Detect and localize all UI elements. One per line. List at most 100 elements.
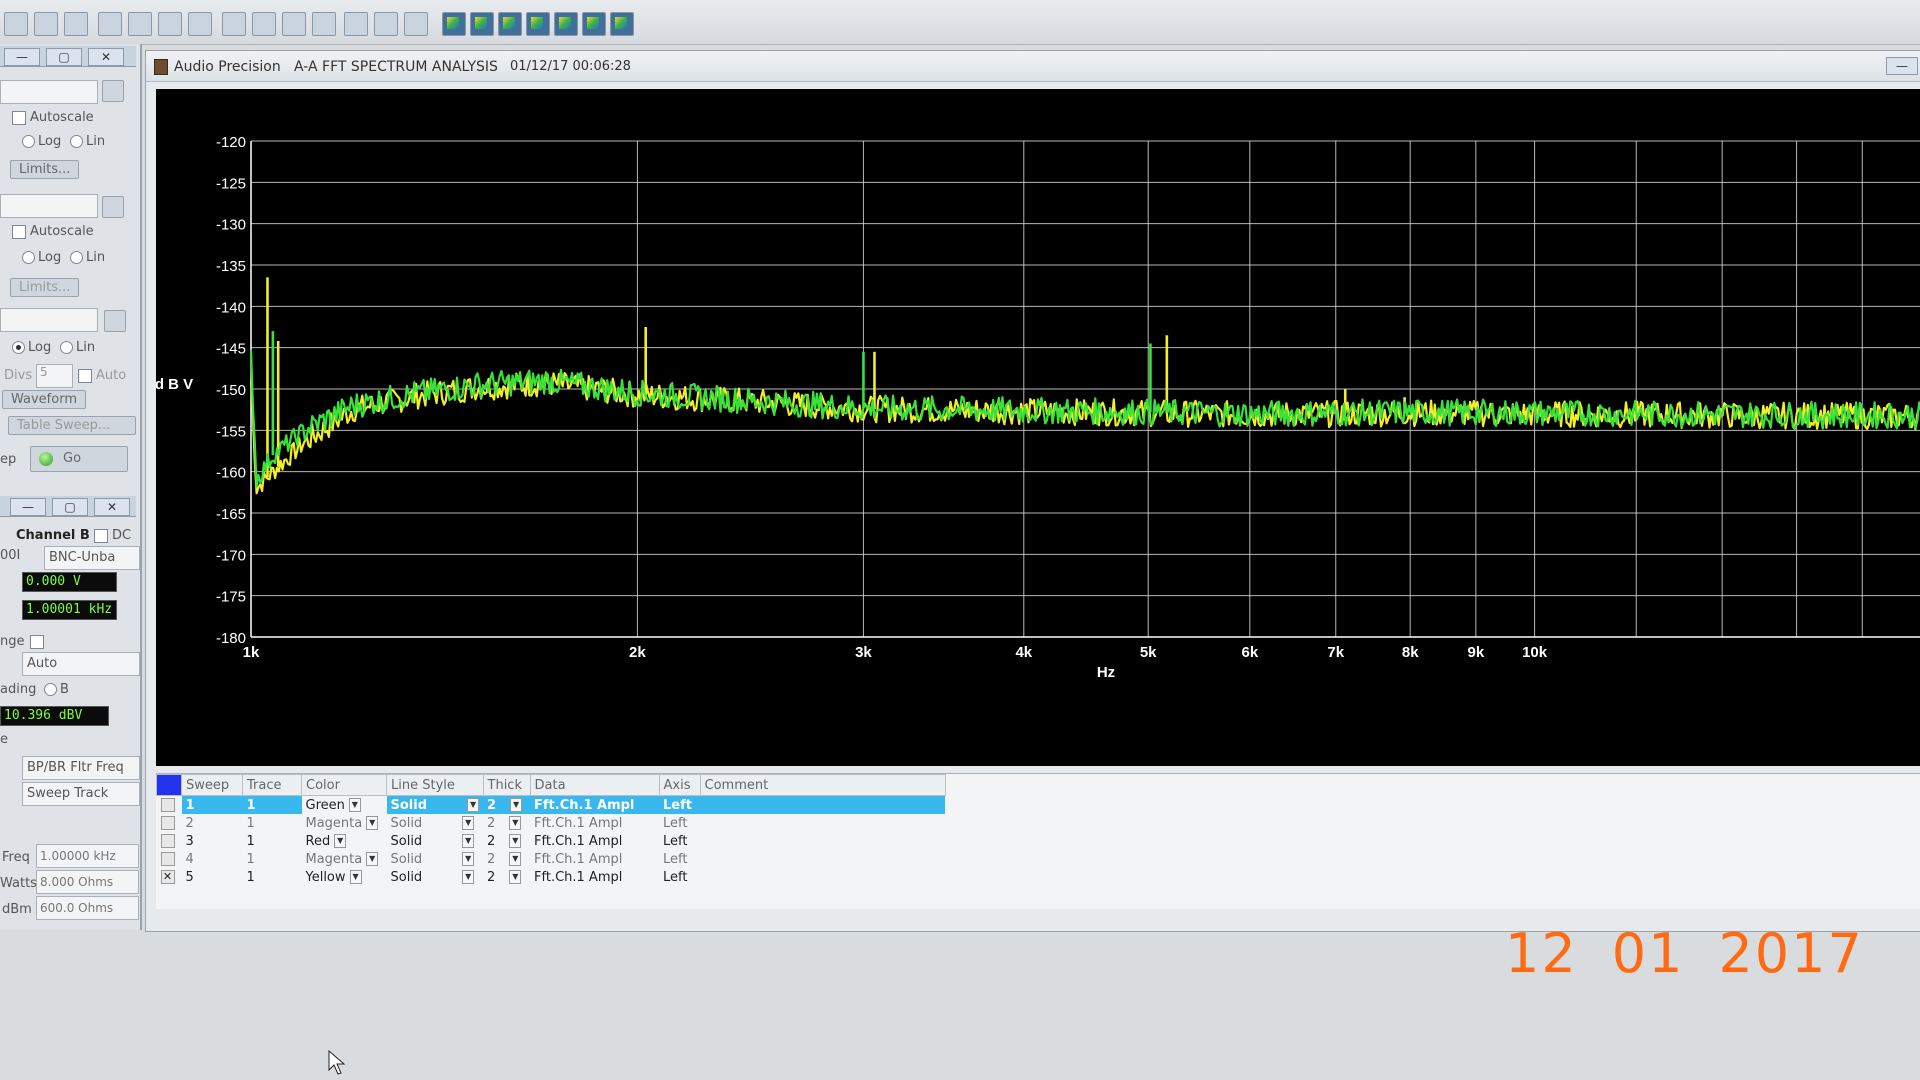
waveform-icon[interactable] [470,12,494,36]
thick-cell[interactable]: 2 ▼ [483,795,531,814]
grid-icon[interactable] [282,12,306,36]
sweep-track-select[interactable]: Sweep Track [22,782,140,806]
lin-radio-top[interactable]: Lin [70,134,105,149]
analyzer-panel-icon[interactable] [582,12,606,36]
axis-field-top[interactable] [0,80,98,104]
fft-plot[interactable]: -120 -125 -130 -135 -140 -145 -150 -155 -160 -165… [156,89,1920,766]
table-sweep-button[interactable]: Table Sweep... [8,416,136,435]
chevron-down-icon[interactable]: ▼ [462,852,475,866]
close-button[interactable]: ✕ [88,48,124,66]
color-cell[interactable]: Magenta ▼ [302,850,387,868]
auto-divs-checkbox[interactable]: Auto [78,368,126,383]
thick-cell[interactable]: 2 ▼ [483,850,530,868]
axis-cell[interactable]: Left [659,850,700,868]
thick-cell[interactable]: 2 ▼ [483,814,530,832]
graph-titlebar[interactable]: Audio Precision A-A FFT SPECTRUM ANALYSI… [146,51,1920,82]
analyzer-icon[interactable] [64,12,88,36]
bp-filter-select[interactable]: BP/BR Fltr Freq [22,756,140,780]
graph-minimize-button[interactable]: — [1886,57,1918,75]
graph-icon[interactable] [344,12,368,36]
axis-cell[interactable]: Left [659,814,700,832]
trace-enable-checkbox[interactable] [160,834,175,848]
chevron-down-icon[interactable]: ▼ [510,798,523,812]
axis-field-bottom[interactable] [0,308,98,332]
monitor-icon[interactable] [98,12,122,36]
filter-icon[interactable] [128,12,152,36]
pause-icon[interactable] [188,12,212,36]
chevron-down-icon[interactable]: ▼ [509,816,522,830]
comment-cell[interactable] [700,832,945,850]
auto-select[interactable]: Auto [22,652,140,676]
connector-select[interactable]: BNC-Unba [44,546,140,570]
close-button-2[interactable]: ✕ [94,498,130,516]
chevron-down-icon[interactable]: ▼ [509,834,522,848]
divs-field[interactable]: 5 [36,364,73,388]
limits-button-middle[interactable]: Limits... [10,278,80,297]
line-style-cell[interactable]: Solid ▼ [387,832,484,850]
data-cell[interactable]: Fft.Ch.1 Ampl [530,814,659,832]
chevron-down-icon[interactable]: ▼ [462,870,475,884]
import-icon[interactable] [222,12,246,36]
autoscale-top-label[interactable]: Autoscale [12,110,94,125]
data-cell[interactable]: Fft.Ch.1 Ampl [530,795,660,814]
spectrum-icon[interactable] [498,12,522,36]
chevron-down-icon[interactable]: ▼ [348,798,361,812]
chevron-down-icon[interactable]: ▼ [509,870,522,884]
go-button[interactable]: Go [30,446,128,472]
browse-button-2[interactable] [102,196,124,218]
minimize-button-2[interactable]: — [10,498,46,516]
waveform-button[interactable]: Waveform [2,390,86,409]
comment-cell[interactable] [700,795,946,814]
trace-enable-checkbox[interactable]: ✕ [160,870,175,884]
browse-button-3[interactable] [104,310,126,332]
report-icon[interactable] [610,12,634,36]
b-radio[interactable]: B [44,682,69,697]
chevron-down-icon[interactable]: ▼ [509,852,522,866]
log-radio-bottom[interactable]: Log [12,340,51,355]
range-checkbox[interactable] [30,634,48,649]
color-cell[interactable]: Magenta ▼ [302,814,387,832]
maximize-button-2[interactable]: ▢ [52,498,88,516]
trace-enable-checkbox[interactable] [160,852,175,866]
axis-cell[interactable]: Left [659,832,700,850]
dbm-field[interactable]: 600.0 Ohms [36,896,139,920]
line-style-cell[interactable]: Solid ▼ [387,814,484,832]
chevron-down-icon[interactable]: ▼ [462,816,475,830]
trace-enable-checkbox[interactable] [160,816,175,830]
limits-button-top[interactable]: Limits... [10,160,80,179]
axis-field-middle[interactable] [0,194,98,218]
legend-row[interactable]: ✕ 5 1 Yellow ▼ Solid ▼ 2 ▼ Fft.Ch.1 Ampl Left [157,868,946,886]
sweep-graph-icon[interactable] [442,12,466,36]
log-radio-middle[interactable]: Log [22,250,61,265]
thick-cell[interactable]: 2 ▼ [483,868,530,886]
antenna-icon[interactable] [374,12,398,36]
lin-radio-bottom[interactable]: Lin [60,340,95,355]
sweep-icon[interactable] [4,12,28,36]
legend-row[interactable]: 3 1 Red ▼ Solid ▼ 2 ▼ Fft.Ch.1 Ampl Left [157,832,946,850]
comment-cell[interactable] [700,868,945,886]
legend-row[interactable]: 4 1 Magenta ▼ Solid ▼ 2 ▼ Fft.Ch.1 Ampl Left [157,850,946,868]
color-cell[interactable]: Green ▼ [302,796,387,815]
thick-cell[interactable]: 2 ▼ [483,832,530,850]
lin-radio-middle[interactable]: Lin [70,250,105,265]
comment-cell[interactable] [700,814,945,832]
autoscale-middle-label[interactable]: Autoscale [12,224,94,239]
legend-row[interactable]: 2 1 Magenta ▼ Solid ▼ 2 ▼ Fft.Ch.1 Ampl Left [157,814,946,832]
chevron-down-icon[interactable]: ▼ [462,834,475,848]
color-map-icon[interactable] [554,12,578,36]
select-all-icon[interactable] [156,774,182,796]
maximize-button[interactable]: ▢ [46,48,82,66]
generator-icon[interactable] [34,12,58,36]
minimize-button[interactable]: — [4,48,40,66]
comment-cell[interactable] [700,850,945,868]
table-icon[interactable] [312,12,336,36]
download-icon[interactable] [252,12,276,36]
line-style-cell[interactable]: Solid ▼ [387,868,484,886]
legend-row[interactable]: 1 1 Green ▼ Solid ▼ 2 ▼ Fft.Ch.1 Ampl Left [157,795,946,815]
axis-cell[interactable]: Left [659,795,701,814]
bars-icon[interactable] [158,12,182,36]
axis-cell[interactable]: Left [659,868,700,886]
bargraph-icon[interactable] [526,12,550,36]
freq-field[interactable]: 1.00000 kHz [36,844,139,868]
range-code-select[interactable]: 00I [0,548,20,563]
